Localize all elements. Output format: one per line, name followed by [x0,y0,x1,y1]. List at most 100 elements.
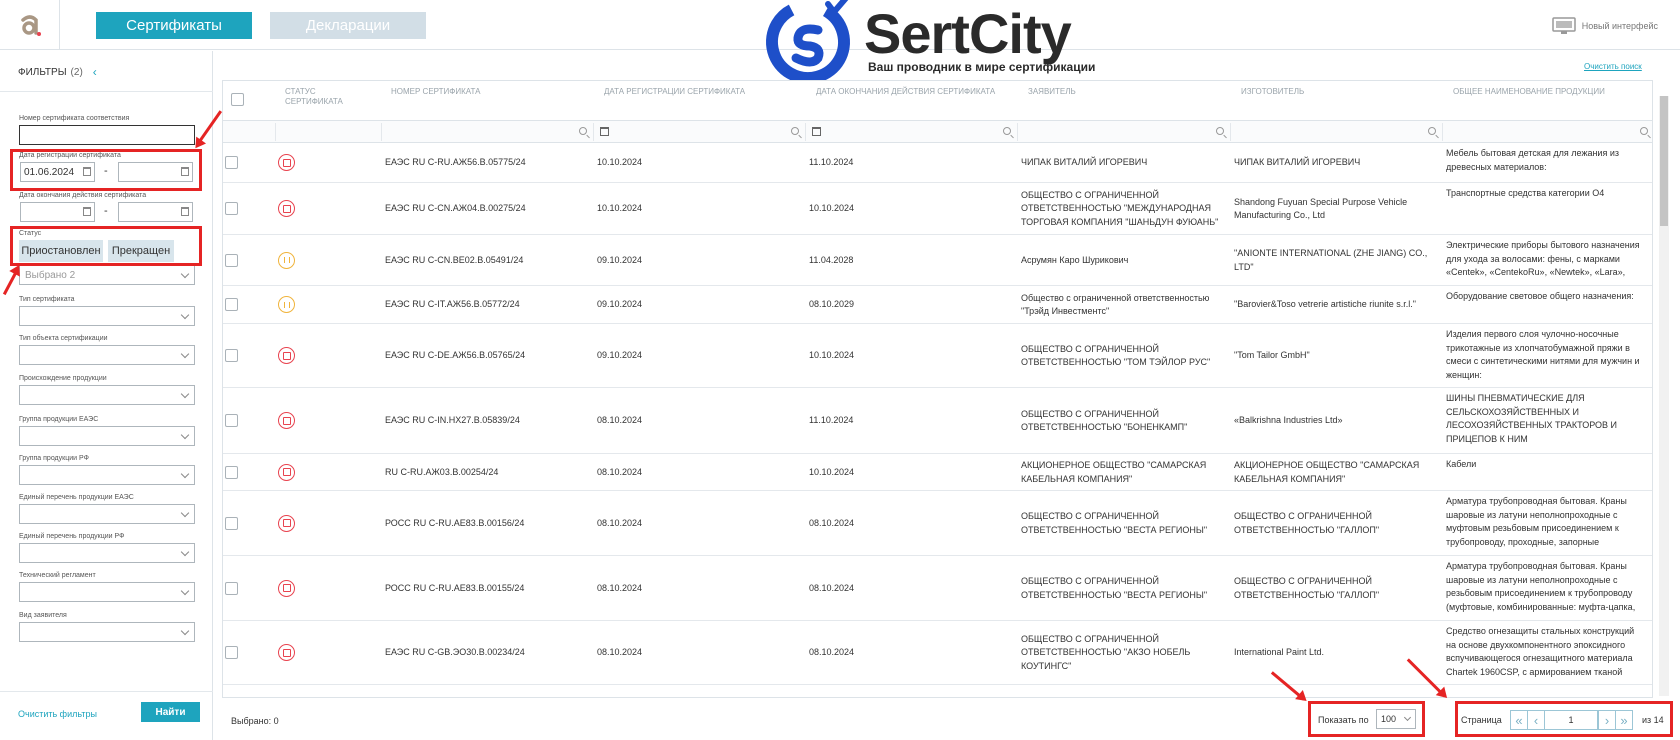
table-row[interactable]: ЕАЭС RU C-CN.АЖ04.В.00275/24 10.10.2024 10… [223,183,1652,235]
date-range-dash: - [104,205,108,217]
table-row[interactable]: РОСС RU C-RU.АЕ83.В.00156/24 08.10.2024 08… [223,491,1652,556]
search-icon[interactable] [1003,127,1011,135]
end-date-cell-text: 08.10.2024 [809,647,855,658]
search-icon[interactable] [1428,127,1436,135]
row-checkbox[interactable] [225,414,238,427]
table-row[interactable]: ЕАЭС RU C-RU.АЖ56.В.05775/24 10.10.2024 11… [223,143,1652,183]
table-row[interactable]: RU C-RU.АЖ03.В.00254/24 08.10.2024 10.10.2… [223,454,1652,491]
calendar-icon[interactable] [181,207,189,216]
tab-declarations[interactable]: Декларации [270,12,426,39]
manufacturer-cell-text: ОБЩЕСТВО С ОГРАНИЧЕННОЙ ОТВЕТСТВЕННОСТЬЮ… [1234,576,1380,600]
column-header-reg-date[interactable]: ДАТА РЕГИСТРАЦИИ СЕРТИФИКАТА [604,87,745,97]
column-header-number[interactable]: НОМЕР СЕРТИФИКАТА [391,87,480,97]
new-interface-label: Новый интерфейс [1581,21,1658,31]
manufacturer-cell: «Balkrishna Industries Ltd» [1234,388,1434,454]
end-date-from-input[interactable] [20,202,95,222]
sidebar-footer: Очистить фильтры Найти [0,691,213,740]
eaeu-list-select[interactable] [19,504,195,524]
brand-name: SertCity [864,2,1072,65]
end-date-to-input[interactable] [118,202,193,222]
rf-list-select[interactable] [19,543,195,563]
selected-count: Выбрано: 0 [231,716,279,726]
column-header-end-date[interactable]: ДАТА ОКОНЧАНИЯ ДЕЙСТВИЯ СЕРТИФИКАТА [816,87,995,97]
search-icon[interactable] [1216,127,1224,135]
reg-date-cell: 08.10.2024 [597,491,797,556]
find-button[interactable]: Найти [141,702,200,722]
cert-number-input[interactable] [19,125,195,145]
applicant-cell: ОБЩЕСТВО С ОГРАНИЧЕННОЙ ОТВЕТСТВЕННОСТЬЮ… [1021,388,1226,454]
table-row[interactable]: ЕАЭС RU C-IT.АЖ56.В.05772/24 09.10.2024 08… [223,286,1652,324]
select-label: Тип объекта сертификации [19,335,108,342]
end-date-cell-text: 08.10.2024 [809,517,855,528]
row-checkbox[interactable] [225,156,238,169]
row-checkbox[interactable] [225,202,238,215]
end-date-cell-text: 10.10.2024 [809,466,855,477]
origin-select[interactable] [19,385,195,405]
row-checkbox[interactable] [225,581,238,595]
cert-number-cell-text: RU C-RU.АЖ03.В.00254/24 [385,466,499,477]
search-icon[interactable] [579,127,587,135]
tab-certificates[interactable]: Сертификаты [96,12,252,39]
row-checkbox[interactable] [225,349,238,362]
new-interface-toggle[interactable]: Новый интерфейс [1552,17,1658,35]
clear-filters-link[interactable]: Очистить фильтры [18,709,97,719]
applicant-type-select[interactable] [19,622,195,642]
table-row[interactable]: ЕАЭС RU C-GB.ЭО30.В.00234/24 08.10.2024 08… [223,621,1652,685]
select-all-checkbox[interactable] [231,93,244,106]
column-header-status[interactable]: СТАТУС СЕРТИФИКАТА [285,87,365,107]
number-filter-cell[interactable] [381,123,593,141]
app-logo[interactable] [0,0,60,50]
status-select[interactable]: Выбрано 2 [19,265,195,285]
rf-group-select[interactable] [19,465,195,485]
product-cell: Кабели [1446,458,1646,487]
status-filter-cell[interactable] [275,123,381,141]
applicant-cell-text: ОБЩЕСТВО С ОГРАНИЧЕННОЙ ОТВЕТСТВЕННОСТЬЮ… [1021,189,1219,227]
cert-number-cell: ЕАЭС RU C-IN.НХ27.В.05839/24 [385,388,585,454]
search-icon[interactable] [791,127,799,135]
applicant-cell: Асрумян Каро Шурикович [1021,235,1226,286]
table-row[interactable]: ЕАЭС RU C-CN.ВЕ02.В.05491/24 09.10.2024 11… [223,235,1652,286]
row-checkbox[interactable] [225,298,238,311]
tech-regulation-select[interactable] [19,582,195,602]
manufacturer-filter-cell[interactable] [1230,123,1442,141]
scrollbar-thumb[interactable] [1660,96,1668,226]
cert-number-cell-text: ЕАЭС RU C-IT.АЖ56.В.05772/24 [385,299,520,310]
table-row[interactable]: ЕАЭС RU C-DE.АЖ56.В.05765/24 09.10.2024 10… [223,324,1652,388]
highlight-box [1308,701,1425,737]
row-checkbox[interactable] [225,646,238,659]
calendar-icon[interactable] [83,207,91,216]
end-date-cell: 08.10.2029 [809,286,1009,324]
product-filter-cell[interactable] [1442,123,1652,141]
search-icon[interactable] [1640,127,1648,135]
calendar-icon[interactable] [812,127,821,136]
row-checkbox[interactable] [225,465,238,479]
table-scrollbar[interactable] [1659,96,1669,696]
applicant-cell-text: Общество с ограниченной ответственностью… [1021,292,1210,317]
end-date-cell-text: 08.10.2029 [809,299,855,310]
cert-type-select[interactable] [19,306,195,326]
table-row[interactable]: РОСС RU C-RU.АЕ83.В.00155/24 08.10.2024 08… [223,556,1652,621]
column-header-manufacturer[interactable]: ИЗГОТОВИТЕЛЬ [1241,87,1304,97]
brand-tagline: Ваш проводник в мире сертификации [868,60,1096,74]
reg-date-filter-cell[interactable] [593,123,805,141]
manufacturer-cell: АКЦИОНЕРНОЕ ОБЩЕСТВО "САМАРСКАЯ КАБЕЛЬНА… [1234,454,1434,491]
product-text: Изделия первого слоя чулочно-носочные тр… [1446,329,1640,380]
clear-search-link[interactable]: Очистить поиск [1584,62,1642,71]
collapse-filters-icon[interactable]: ‹ [93,65,97,79]
calendar-icon[interactable] [600,127,609,136]
cert-number-cell-text: ЕАЭС RU C-CN.АЖ04.В.00275/24 [385,203,526,214]
select-label: Происхождение продукции [19,375,107,382]
table-row[interactable]: ЕАЭС RU C-IN.НХ27.В.05839/24 08.10.2024 11… [223,388,1652,454]
cert-number-cell: ЕАЭС RU C-IT.АЖ56.В.05772/24 [385,286,585,324]
row-checkbox[interactable] [225,516,238,530]
object-type-select[interactable] [19,345,195,365]
column-header-applicant[interactable]: ЗАЯВИТЕЛЬ [1028,87,1076,97]
end-date-cell: 10.10.2024 [809,324,1009,388]
column-header-product[interactable]: ОБЩЕЕ НАИМЕНОВАНИЕ ПРОДУКЦИИ [1453,87,1605,97]
applicant-cell-text: ОБЩЕСТВО С ОГРАНИЧЕННОЙ ОТВЕТСТВЕННОСТЬЮ… [1021,343,1211,368]
row-checkbox[interactable] [225,253,238,267]
applicant-filter-cell[interactable] [1017,123,1230,141]
end-date-filter-cell[interactable] [805,123,1017,141]
product-cell: Транспортные средства категории О4 [1446,187,1646,231]
eaeu-group-select[interactable] [19,426,195,446]
